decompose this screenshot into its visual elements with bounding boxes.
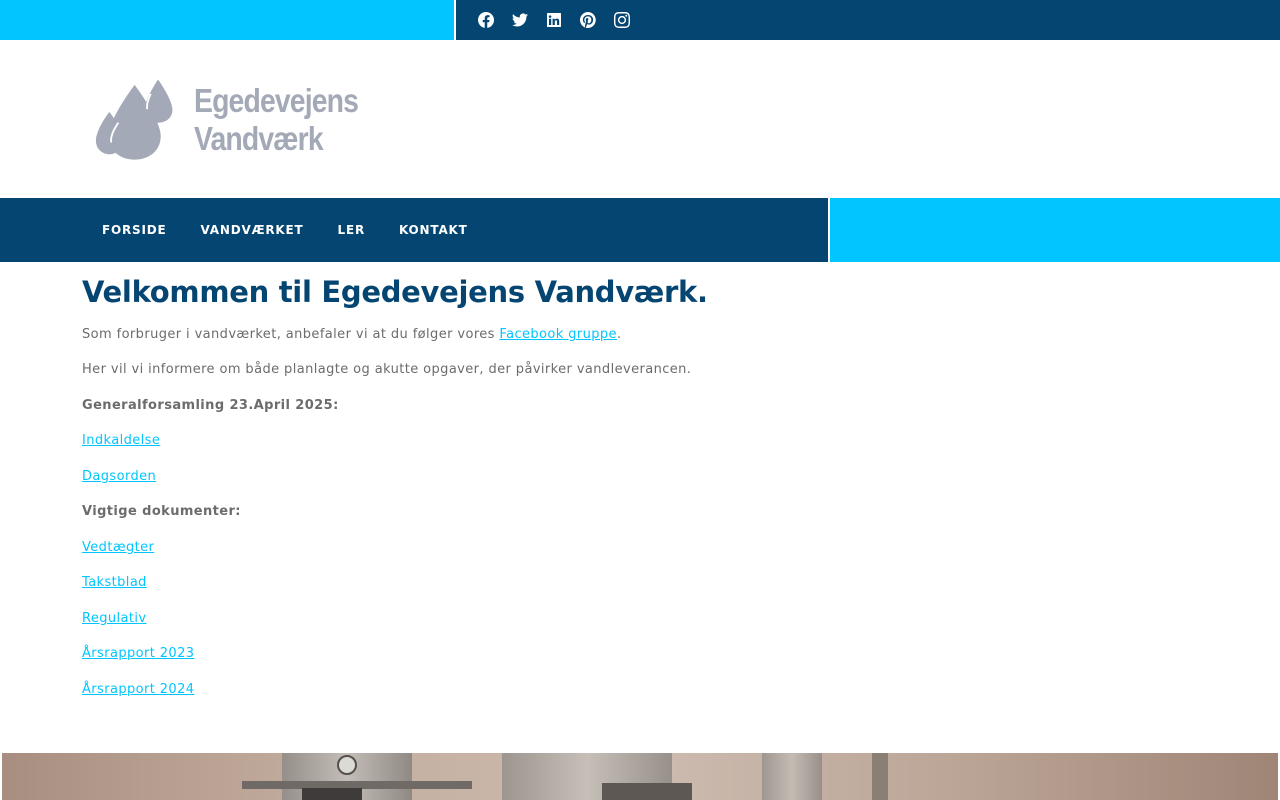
dagsorden-link[interactable]: Dagsorden xyxy=(82,469,156,484)
nav-item-forside[interactable]: FORSIDE xyxy=(85,223,184,237)
main-content: Velkommen til Egedevejens Vandværk. Som … xyxy=(82,262,1192,697)
takstblad-link[interactable]: Takstblad xyxy=(82,575,147,590)
water-drops-icon xyxy=(95,79,173,160)
site-logo[interactable]: Egedevejens Vandværk xyxy=(95,75,385,165)
indkaldelse-link[interactable]: Indkaldelse xyxy=(82,433,160,448)
assembly-item: Indkaldelse xyxy=(82,433,160,448)
document-item: Årsrapport 2023 xyxy=(82,646,194,661)
document-item: Takstblad xyxy=(82,575,147,590)
document-item: Regulativ xyxy=(82,611,147,626)
assembly-heading: Generalforsamling 23.April 2025: xyxy=(82,398,339,413)
intro-paragraph: Som forbruger i vandværket, anbefaler vi… xyxy=(82,327,622,342)
nav-item-kontakt[interactable]: KONTAKT xyxy=(382,223,485,237)
assembly-heading-text: Generalforsamling 23.April 2025: xyxy=(82,398,339,413)
regulativ-link[interactable]: Regulativ xyxy=(82,611,147,626)
vedtaegter-link[interactable]: Vedtægter xyxy=(82,540,154,555)
info-paragraph: Her vil vi informere om både planlagte o… xyxy=(82,362,692,377)
facebook-icon[interactable] xyxy=(469,0,503,40)
site-header: Egedevejens Vandværk xyxy=(0,40,1280,198)
waterworks-photo xyxy=(2,753,1278,800)
main-nav: FORSIDE VANDVÆRKET LER KONTAKT xyxy=(0,198,828,262)
document-item: Vedtægter xyxy=(82,540,154,555)
aarsrapport-2024-link[interactable]: Årsrapport 2024 xyxy=(82,682,194,697)
document-item: Årsrapport 2024 xyxy=(82,682,194,697)
top-bar-accent xyxy=(0,0,454,40)
instagram-icon[interactable] xyxy=(605,0,639,40)
facebook-group-link[interactable]: Facebook gruppe xyxy=(499,327,617,342)
aarsrapport-2023-link[interactable]: Årsrapport 2023 xyxy=(82,646,194,661)
top-bar xyxy=(0,0,1280,40)
main-navigation-bar: FORSIDE VANDVÆRKET LER KONTAKT xyxy=(0,198,1280,262)
nav-item-vandvaerket[interactable]: VANDVÆRKET xyxy=(184,223,321,237)
social-links xyxy=(456,0,1280,40)
intro-period: . xyxy=(616,327,622,342)
logo-line-2: Vandværk xyxy=(194,120,324,157)
documents-heading: Vigtige dokumenter: xyxy=(82,504,241,519)
twitter-icon[interactable] xyxy=(503,0,537,40)
documents-heading-text: Vigtige dokumenter: xyxy=(82,504,241,519)
logo-line-1: Egedevejens xyxy=(194,82,359,119)
assembly-item: Dagsorden xyxy=(82,469,156,484)
linkedin-icon[interactable] xyxy=(537,0,571,40)
intro-text: Som forbruger i vandværket, anbefaler vi… xyxy=(82,327,500,342)
page-title: Velkommen til Egedevejens Vandværk. xyxy=(82,275,708,309)
pinterest-icon[interactable] xyxy=(571,0,605,40)
nav-item-ler[interactable]: LER xyxy=(321,223,382,237)
nav-accent xyxy=(830,198,1280,262)
